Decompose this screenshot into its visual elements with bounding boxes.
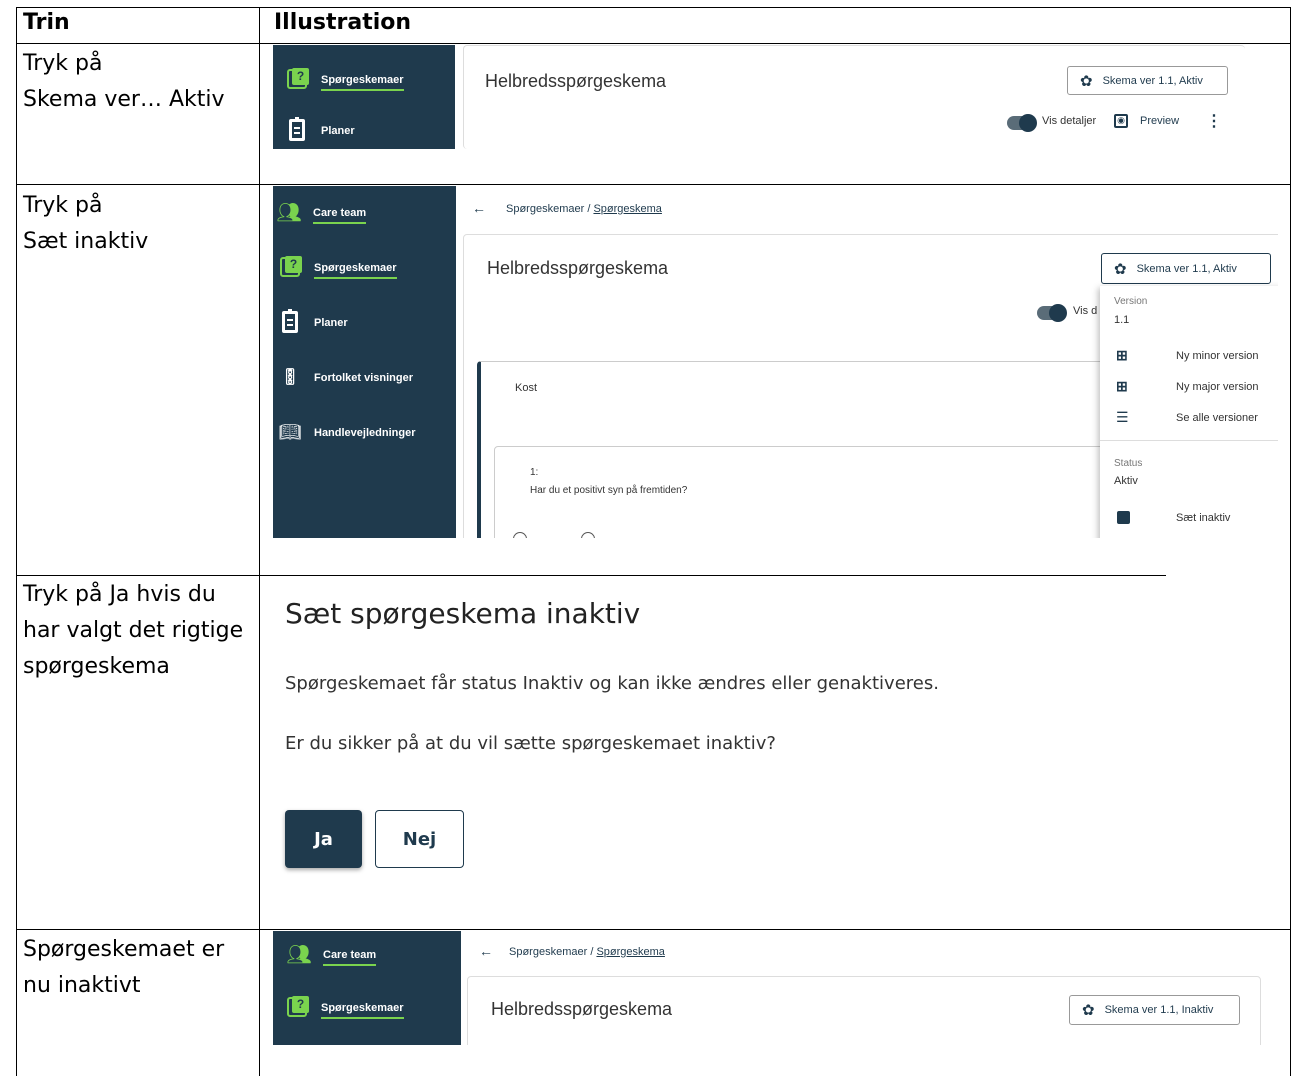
show-details-label: Vis d xyxy=(1073,305,1098,317)
book-icon: 📖︎ xyxy=(278,421,302,442)
details-toggle[interactable] xyxy=(1007,114,1037,132)
row-divider-1-left xyxy=(16,184,259,185)
questionnaire-icon: ? xyxy=(280,256,302,277)
question-number: 1: xyxy=(530,467,539,478)
question-text: Har du et positivt syn på fremtiden? xyxy=(530,485,688,496)
add-library-icon: ⊞ xyxy=(1116,378,1128,394)
sidebar: 👥︎ Care team ? Spørgeskemaer xyxy=(273,931,461,1045)
page-title: Helbredsspørgeskema xyxy=(485,71,667,91)
breadcrumb: Spørgeskemaer / Spørgeskema xyxy=(506,203,662,215)
gear-icon: ✿ xyxy=(1114,260,1127,278)
menu-item-set-inactive[interactable]: Sæt inaktiv xyxy=(1100,504,1278,535)
details-toggle[interactable] xyxy=(1037,304,1067,322)
nav-questionnaires[interactable]: ? Spørgeskemaer xyxy=(283,64,404,94)
breadcrumb-root[interactable]: Spørgeskemaer xyxy=(506,203,584,215)
menu-status-label: Status xyxy=(1114,458,1143,469)
people-icon: 👥︎ xyxy=(276,201,302,224)
breadcrumb: Spørgeskemaer / Spørgeskema xyxy=(509,946,665,958)
version-menu: Version 1.1 ⊞ Ny minor version ⊞ Ny majo… xyxy=(1100,286,1278,538)
header-illustration: Illustration xyxy=(274,10,412,35)
page-title: Helbredsspørgeskema xyxy=(487,258,669,278)
page-title: Helbredsspørgeskema xyxy=(491,999,673,1019)
screenshot-1: ? Spørgeskemaer Planer Helbredsspørgeske… xyxy=(273,45,1245,149)
people-icon: 👥︎ xyxy=(286,943,312,966)
table-border-top xyxy=(16,7,1291,8)
row-divider-1-right xyxy=(259,184,1291,185)
sidebar: 👥︎ Care team ? Spørgeskemaer Planer 🚦︎ F… xyxy=(273,186,456,538)
menu-item-new-minor[interactable]: ⊞ Ny minor version xyxy=(1100,342,1278,373)
gear-icon: ✿ xyxy=(1080,72,1093,90)
preview-icon: ◉ xyxy=(1114,114,1128,128)
show-details-label: Vis detaljer xyxy=(1042,115,1097,127)
step-2-text: Tryk på Sæt inaktiv xyxy=(23,193,149,254)
traffic-light-icon: 🚦︎ xyxy=(279,369,301,386)
gear-icon: ✿ xyxy=(1082,1002,1095,1019)
table-border-left xyxy=(16,7,17,1076)
dialog-title: Sæt spørgeskema inaktiv xyxy=(285,597,641,630)
screenshot-2: 👥︎ Care team ? Spørgeskemaer Planer 🚦︎ F… xyxy=(273,186,1278,538)
no-button[interactable]: Nej xyxy=(375,810,464,868)
questionnaire-icon: ? xyxy=(287,68,309,89)
row-divider-3 xyxy=(16,929,1291,930)
column-divider xyxy=(259,7,260,1076)
screenshot-4: 👥︎ Care team ? Spørgeskemaer ← Spørgeske… xyxy=(273,931,1261,1045)
back-arrow-icon[interactable]: ← xyxy=(472,200,486,216)
nav-questionnaires[interactable]: ? Spørgeskemaer xyxy=(276,252,397,282)
header-trin: Trin xyxy=(23,10,70,35)
nav-plans[interactable]: Planer xyxy=(276,307,348,337)
sidebar: ? Spørgeskemaer Planer xyxy=(273,45,455,149)
menu-item-see-all[interactable]: ☰ Se alle versioner xyxy=(1100,404,1278,435)
list-icon: ☰ xyxy=(1116,409,1129,425)
menu-version-label: Version xyxy=(1114,296,1148,307)
nav-interpreted-views[interactable]: 🚦︎ Fortolket visninger xyxy=(276,362,413,392)
step-3-text: Tryk på Ja hvis du har valgt det rigtige… xyxy=(23,582,244,679)
menu-version-value: 1.1 xyxy=(1114,314,1130,326)
nav-care-team[interactable]: 👥︎ Care team xyxy=(273,197,367,227)
breadcrumb-root[interactable]: Spørgeskemaer xyxy=(509,946,587,958)
clipboard-icon xyxy=(289,117,305,141)
more-icon[interactable]: ⋮ xyxy=(1206,111,1222,131)
version-chip-inactive[interactable]: ✿ Skema ver 1.1, Inaktiv xyxy=(1069,995,1240,1025)
questionnaire-icon: ? xyxy=(287,996,309,1017)
content-card xyxy=(463,45,1245,149)
dialog-body-2: Er du sikker på at du vil sætte spørgesk… xyxy=(285,733,776,754)
confirm-dialog: Sæt spørgeskema inaktiv Spørgeskemaet få… xyxy=(262,577,1282,927)
dialog-body-1: Spørgeskemaet får status Inaktiv og kan … xyxy=(285,673,939,694)
breadcrumb-current[interactable]: Spørgeskema xyxy=(593,203,661,215)
version-chip-active[interactable]: ✿ Skema ver 1.1, Aktiv xyxy=(1101,253,1271,284)
menu-status-value: Aktiv xyxy=(1114,475,1138,487)
menu-divider xyxy=(1100,440,1278,441)
archive-icon xyxy=(1117,511,1130,524)
back-arrow-icon[interactable]: ← xyxy=(479,943,493,959)
row-divider-2 xyxy=(16,575,1166,576)
table-header-divider xyxy=(16,43,1291,44)
nav-guides[interactable]: 📖︎ Handlevejledninger xyxy=(276,417,416,447)
clipboard-icon xyxy=(282,309,298,333)
version-chip-active[interactable]: ✿ Skema ver 1.1, Aktiv xyxy=(1067,66,1228,95)
nav-questionnaires[interactable]: ? Spørgeskemaer xyxy=(283,992,404,1022)
step-1-text: Tryk på Skema ver… Aktiv xyxy=(23,51,225,112)
section-title: Kost xyxy=(515,382,538,394)
step-4-text: Spørgeskemaet er nu inaktivt xyxy=(23,937,225,998)
preview-button[interactable]: Preview xyxy=(1140,115,1179,127)
breadcrumb-current[interactable]: Spørgeskema xyxy=(596,946,664,958)
menu-item-new-major[interactable]: ⊞ Ny major version xyxy=(1100,373,1278,404)
nav-plans[interactable]: Planer xyxy=(283,115,355,145)
nav-care-team[interactable]: 👥︎ Care team xyxy=(283,939,377,969)
add-library-icon: ⊞ xyxy=(1116,347,1128,363)
yes-button[interactable]: Ja xyxy=(285,810,362,868)
